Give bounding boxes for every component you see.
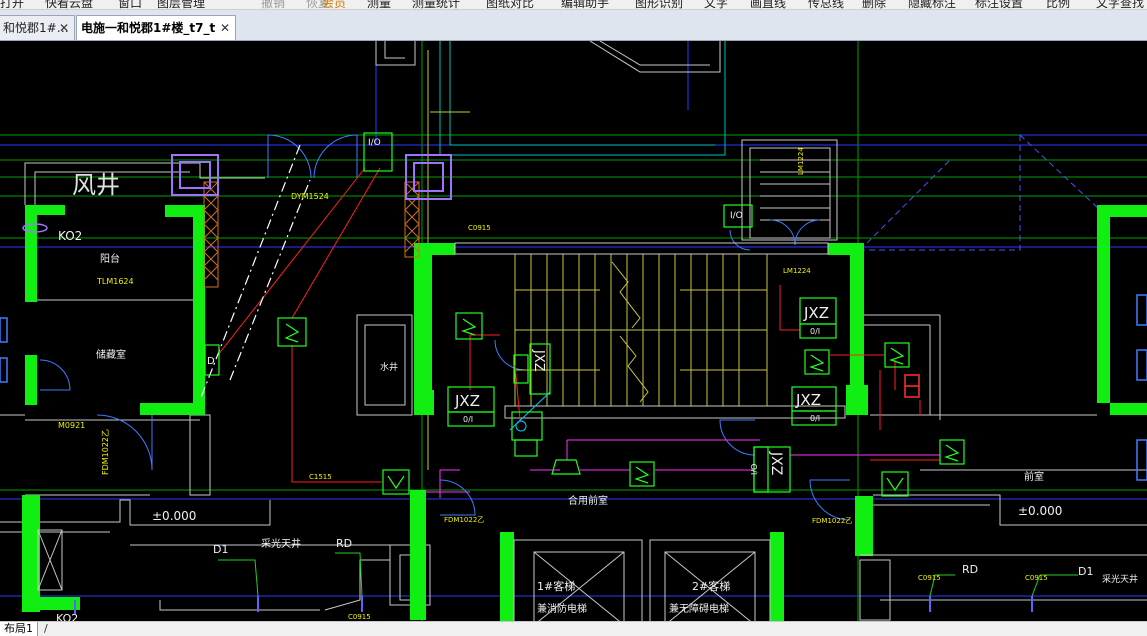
label-jxz-left: JXZ bbox=[454, 392, 480, 410]
label-c0915-bl: C0915 bbox=[348, 613, 371, 621]
menu-item[interactable]: 快看云盘 bbox=[45, 0, 93, 9]
label-caiguang-left: 采光天井 bbox=[261, 537, 301, 550]
label-d1-right: D1 bbox=[1078, 565, 1093, 578]
label-elev-right: ±0.000 bbox=[1018, 504, 1062, 518]
menu-item[interactable]: 图纸对比 bbox=[486, 0, 534, 9]
label-jxz-vert: JXZ bbox=[531, 349, 546, 372]
menu-item[interactable]: 测量统计 bbox=[412, 0, 460, 9]
label-shuijing: 水井 bbox=[380, 361, 398, 373]
close-icon[interactable]: ✕ bbox=[220, 16, 230, 40]
label-io-center: I/O bbox=[750, 464, 759, 475]
menu-item[interactable]: 图形识别 bbox=[635, 0, 683, 9]
label-ko2-top: KO2 bbox=[58, 229, 82, 243]
label-tlm: TLM1624 bbox=[96, 277, 134, 286]
menu-item[interactable]: 窗口 bbox=[118, 0, 142, 9]
tab-label: 电施一和悦郡1#楼_t7_t bbox=[81, 21, 216, 35]
label-o1-c: 0/I bbox=[463, 415, 473, 424]
label-caiguang-right: 采光天井 bbox=[1102, 573, 1138, 585]
layout-tab-bar: 布局1 / bbox=[0, 621, 1147, 636]
label-fdm-left: FDM1022乙 bbox=[101, 429, 110, 475]
document-tab-bar: 和悦郡1#… ✕ 电施一和悦郡1#楼_t7_t ✕ bbox=[0, 10, 1147, 41]
label-qianshi: 前室 bbox=[1024, 470, 1044, 483]
layout-tab-separator: / bbox=[44, 622, 48, 635]
drawing-canvas[interactable]: 风井 KO2 阳台 TLM1624 储藏室 M0921 FDM1022乙 ±0.… bbox=[0, 40, 1147, 626]
menu-item[interactable]: 标注设置 bbox=[975, 0, 1023, 9]
label-ke1: 1#客梯 bbox=[537, 579, 575, 593]
label-chucangshi: 储藏室 bbox=[96, 348, 126, 361]
label-c0915-r2: C0915 bbox=[1025, 574, 1048, 582]
label-o1-b: 0/I bbox=[810, 414, 820, 423]
label-xf: 兼消防电梯 bbox=[537, 602, 587, 615]
document-tab-1[interactable]: 和悦郡1#… ✕ bbox=[0, 15, 75, 40]
label-jxz-right-top: JXZ bbox=[803, 304, 829, 322]
menu-item[interactable]: 隐藏标注 bbox=[908, 0, 956, 9]
label-rd-right: RD bbox=[962, 563, 978, 576]
menu-item[interactable]: 删除 bbox=[862, 0, 886, 9]
document-tab-2-active[interactable]: 电施一和悦郡1#楼_t7_t ✕ bbox=[76, 15, 236, 40]
label-fdm-mid: FDM1022乙 bbox=[444, 516, 484, 524]
label-lm1224: LM1224 bbox=[783, 267, 811, 275]
label-jxz-center: JXZ bbox=[768, 451, 784, 475]
menu-item[interactable]: 传总线 bbox=[808, 0, 844, 9]
layout-tab-1[interactable]: 布局1 bbox=[0, 622, 38, 636]
menu-item[interactable]: 测量 bbox=[367, 0, 391, 9]
menu-item[interactable]: 打开 bbox=[0, 0, 24, 9]
label-elev-left: ±0.000 bbox=[152, 509, 196, 523]
label-c0915-stair: C0915 bbox=[468, 224, 491, 232]
menu-item[interactable]: 比例 bbox=[1046, 0, 1070, 9]
label-o1-a: 0/I bbox=[810, 327, 820, 336]
label-heyong: 合用前室 bbox=[568, 494, 608, 507]
label-c0915-r1: C0915 bbox=[918, 574, 941, 582]
label-lm-side: LM1224 bbox=[797, 147, 805, 175]
label-rd-left: RD bbox=[336, 537, 352, 550]
menu-bar: 打开 快看云盘 窗口 图层管理 撤销 恢复 会员 测量 测量统计 图纸对比 编辑助手 图形识别 文字 画直… bbox=[0, 0, 1147, 10]
label-c1515: C1515 bbox=[309, 473, 332, 481]
label-ko2-bottom: KO2 bbox=[56, 612, 78, 621]
label-m0921: M0921 bbox=[58, 421, 85, 430]
menu-item[interactable]: 文字查找 bbox=[1096, 0, 1144, 9]
label-jxz-right-bot: JXZ bbox=[795, 391, 821, 409]
label-d-box: D bbox=[207, 356, 215, 367]
menu-item[interactable]: 编辑助手 bbox=[561, 0, 609, 9]
label-dym: DYM1524 bbox=[291, 192, 329, 201]
menu-item[interactable]: 图层管理 bbox=[157, 0, 205, 9]
close-icon[interactable]: ✕ bbox=[59, 16, 69, 40]
menu-item[interactable]: 撤销 bbox=[261, 0, 285, 9]
menu-item[interactable]: 画直线 bbox=[750, 0, 786, 9]
label-io-top: I/O bbox=[368, 138, 381, 148]
label-fdm-right: FDM1022乙 bbox=[812, 517, 852, 525]
label-yangtai: 阳台 bbox=[100, 252, 120, 265]
label-d1-left: D1 bbox=[213, 543, 228, 556]
menu-item[interactable]: 文字 bbox=[704, 0, 728, 9]
label-wz: 兼无障碍电梯 bbox=[669, 602, 729, 615]
label-io-right: I/O bbox=[730, 211, 743, 221]
cad-drawing[interactable]: 风井 KO2 阳台 TLM1624 储藏室 M0921 FDM1022乙 ±0.… bbox=[0, 40, 1147, 626]
label-ke2: 2#客梯 bbox=[692, 579, 730, 593]
label-fengjing: 风井 bbox=[72, 171, 120, 199]
menu-item[interactable]: 会员 bbox=[322, 0, 346, 9]
